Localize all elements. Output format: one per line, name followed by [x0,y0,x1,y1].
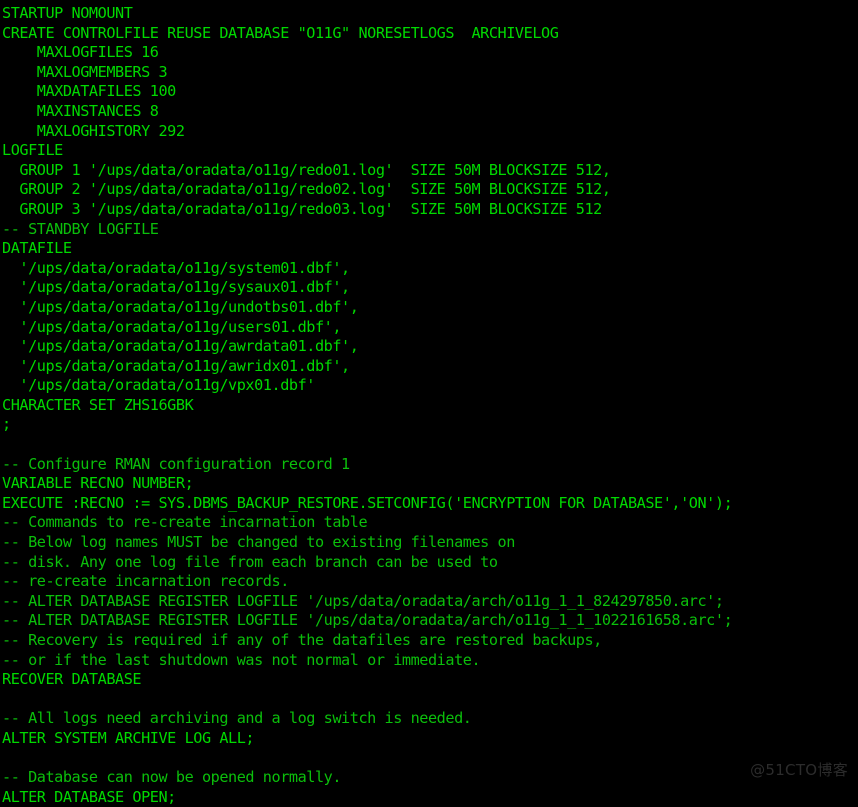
code-line: -- Commands to re-create incarnation tab… [2,513,368,532]
code-line: -- Database can now be opened normally. [2,768,342,787]
code-line: STARTUP NOMOUNT [2,4,133,22]
code-line: '/ups/data/oradata/o11g/awridx01.dbf', [2,356,350,375]
code-line: '/ups/data/oradata/o11g/users01.dbf', [2,317,342,336]
code-line: GROUP 2 '/ups/data/oradata/o11g/redo02.l… [2,180,611,199]
code-line: ; [2,415,11,434]
code-line: MAXLOGHISTORY 292 [2,121,185,140]
code-line: '/ups/data/oradata/o11g/awrdata01.dbf', [2,337,359,356]
code-line: -- ALTER DATABASE REGISTER LOGFILE '/ups… [2,611,733,630]
code-line: ALTER SYSTEM ARCHIVE LOG ALL; [2,728,255,747]
code-line: -- STANDBY LOGFILE [2,219,159,238]
code-line: -- Configure RMAN configuration record 1 [2,454,350,473]
code-line: CHARACTER SET ZHS16GBK [2,395,194,414]
code-line: -- Below log names MUST be changed to ex… [2,533,515,552]
code-line: -- ALTER DATABASE REGISTER LOGFILE '/ups… [2,591,724,610]
code-line: '/ups/data/oradata/o11g/vpx01.dbf' [2,376,315,395]
code-line: MAXLOGFILES 16 [2,43,159,62]
code-line: DATAFILE [2,239,72,258]
code-line: LOGFILE [2,141,63,160]
code-line: GROUP 3 '/ups/data/oradata/o11g/redo03.l… [2,199,602,218]
code-line: GROUP 1 '/ups/data/oradata/o11g/redo01.l… [2,160,611,179]
code-line: '/ups/data/oradata/o11g/undotbs01.dbf', [2,297,359,316]
code-line: '/ups/data/oradata/o11g/system01.dbf', [2,258,350,277]
code-line: CREATE CONTROLFILE REUSE DATABASE "O11G"… [2,23,559,42]
code-line: MAXLOGMEMBERS 3 [2,62,168,81]
code-line: EXECUTE :RECNO := SYS.DBMS_BACKUP_RESTOR… [2,493,733,512]
code-line: ALTER DATABASE OPEN; [2,787,176,806]
code-line: -- or if the last shutdown was not norma… [2,650,481,669]
code-line: -- All logs need archiving and a log swi… [2,709,472,728]
code-line: MAXDATAFILES 100 [2,82,177,101]
code-line: MAXINSTANCES 8 [2,101,159,120]
code-line: VARIABLE RECNO NUMBER; [2,474,194,493]
code-line: -- re-create incarnation records. [2,572,289,591]
terminal-screen[interactable]: STARTUP NOMOUNT CREATE CONTROLFILE REUSE … [0,0,858,806]
code-line: -- Recovery is required if any of the da… [2,631,602,649]
watermark-label: @51CTO博客 [750,761,848,779]
code-line: -- disk. Any one log file from each bran… [2,552,498,571]
code-text-area[interactable]: STARTUP NOMOUNT CREATE CONTROLFILE REUSE … [0,4,858,807]
code-line: RECOVER DATABASE [2,670,142,689]
code-line: '/ups/data/oradata/o11g/sysaux01.dbf', [2,278,350,297]
